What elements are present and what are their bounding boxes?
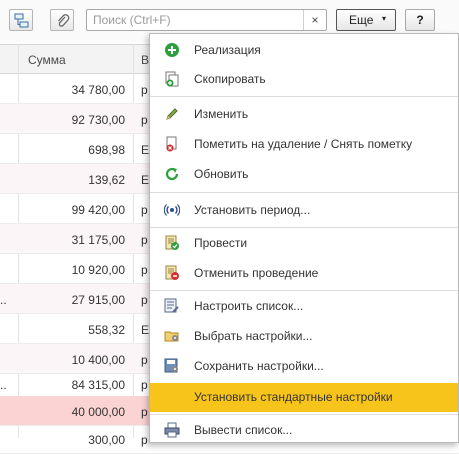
row-prefix: .. xyxy=(0,293,7,307)
row-currency: р xyxy=(141,83,148,97)
row-amount: 10 400,00 xyxy=(71,353,125,367)
row-currency: р xyxy=(141,293,148,307)
menu-item-set-period[interactable]: Установить период... xyxy=(150,196,458,225)
menu-separator xyxy=(150,192,458,193)
more-button[interactable]: Еще ▾ xyxy=(336,9,396,31)
menu-item-label: Выбрать настройки... xyxy=(194,329,313,343)
row-currency: р xyxy=(141,233,148,247)
unpost-document-icon xyxy=(165,265,179,280)
print-list-icon xyxy=(164,422,180,438)
menu-separator xyxy=(150,290,458,291)
menu-item-label: Отменить проведение xyxy=(194,266,319,280)
row-currency: Е xyxy=(141,173,150,187)
row-currency: р xyxy=(141,378,148,392)
period-icon xyxy=(164,204,180,216)
menu-item-mark-delete[interactable]: Пометить на удаление / Снять пометку xyxy=(150,130,458,159)
row-currency: р xyxy=(141,113,148,127)
load-settings-icon xyxy=(164,331,179,342)
post-document-icon xyxy=(165,235,179,250)
row-currency: Е xyxy=(141,143,150,157)
hierarchy-icon xyxy=(14,13,29,28)
row-currency: р xyxy=(141,203,148,217)
menu-item-print-list[interactable]: Вывести список... xyxy=(150,416,458,445)
menu-item-create[interactable]: Реализация xyxy=(150,36,458,65)
row-amount: 139,62 xyxy=(88,173,125,187)
menu-item-save-settings[interactable]: Сохранить настройки... xyxy=(150,352,458,381)
save-settings-icon xyxy=(164,358,178,373)
menu-item-label: Настроить список... xyxy=(194,299,304,313)
menu-item-label: Вывести список... xyxy=(194,423,293,437)
row-currency: р xyxy=(141,263,148,277)
menu-item-label: Установить стандартные настройки xyxy=(194,390,393,404)
row-amount: 40 000,00 xyxy=(71,405,125,419)
row-currency: р xyxy=(141,353,148,367)
copy-icon xyxy=(165,71,179,87)
pencil-icon xyxy=(166,108,178,120)
more-button-label: Еще xyxy=(349,13,374,27)
row-amount: 34 780,00 xyxy=(71,83,125,97)
clear-search-button[interactable]: × xyxy=(303,10,326,30)
menu-item-label: Установить период... xyxy=(194,203,311,217)
row-amount: 31 175,00 xyxy=(71,233,125,247)
menu-item-edit[interactable]: Изменить xyxy=(150,100,458,129)
menu-item-default-settings[interactable]: Установить стандартные настройки xyxy=(150,383,458,412)
row-amount: 300,00 xyxy=(88,433,125,447)
menu-separator xyxy=(150,96,458,97)
row-currency: р xyxy=(141,405,148,419)
row-amount: 698,98 xyxy=(88,143,125,157)
chevron-down-icon: ▾ xyxy=(382,14,387,23)
more-actions-menu: Реализация Скопировать Изменить Пометить… xyxy=(149,33,459,443)
menu-item-label: Изменить xyxy=(194,107,249,121)
attach-button[interactable] xyxy=(50,9,74,31)
row-prefix: .. xyxy=(0,378,7,392)
row-currency: Е xyxy=(141,323,150,337)
menu-item-label: Обновить xyxy=(194,167,249,181)
row-amount: 92 730,00 xyxy=(71,113,125,127)
menu-item-label: Реализация xyxy=(194,43,261,57)
menu-item-copy[interactable]: Скопировать xyxy=(150,65,458,94)
refresh-icon xyxy=(165,167,179,181)
menu-item-load-settings[interactable]: Выбрать настройки... xyxy=(150,322,458,351)
row-amount: 27 915,00 xyxy=(71,293,125,307)
row-amount: 99 420,00 xyxy=(71,203,125,217)
plus-circle-icon xyxy=(165,43,179,57)
menu-item-post[interactable]: Провести xyxy=(150,229,458,258)
list-settings-icon xyxy=(164,298,179,313)
menu-item-label: Скопировать xyxy=(194,72,266,86)
menu-item-unpost[interactable]: Отменить проведение xyxy=(150,259,458,288)
column-header-currency[interactable]: В xyxy=(141,53,149,67)
menu-item-label: Провести xyxy=(194,236,248,250)
column-header-sum[interactable]: Сумма xyxy=(28,53,66,67)
delete-mark-icon xyxy=(166,136,177,152)
paperclip-icon xyxy=(58,14,70,27)
row-currency: р xyxy=(141,433,148,447)
menu-item-configure-list[interactable]: Настроить список... xyxy=(150,292,458,321)
menu-item-label: Сохранить настройки... xyxy=(194,359,324,373)
row-amount: 558,32 xyxy=(88,323,125,337)
help-button[interactable]: ? xyxy=(405,9,435,31)
structure-button[interactable] xyxy=(9,9,33,31)
menu-separator xyxy=(150,414,458,415)
menu-item-label: Пометить на удаление / Снять пометку xyxy=(194,137,413,151)
search-input[interactable] xyxy=(87,10,303,30)
menu-item-refresh[interactable]: Обновить xyxy=(150,160,458,189)
row-amount: 10 920,00 xyxy=(71,263,125,277)
row-amount: 84 315,00 xyxy=(71,378,125,392)
menu-separator xyxy=(150,227,458,228)
search-box: × xyxy=(86,9,327,31)
